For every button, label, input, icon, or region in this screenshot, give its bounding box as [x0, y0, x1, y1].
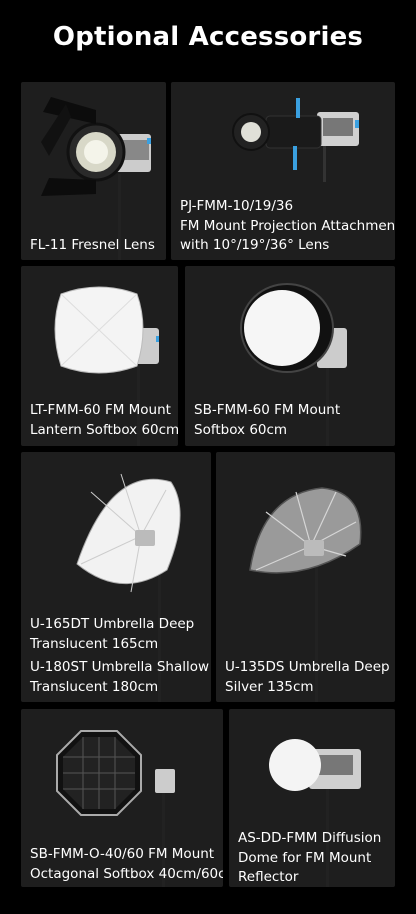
product-card-asdd[interactable]: AS-DD-FMM Diffusion Dome for FM Mount Re…: [229, 709, 395, 887]
product-card-ltfmm[interactable]: LT-FMM-60 FM Mount Lantern Softbox 60cm: [21, 266, 178, 446]
product-caption: SB-FMM-60 FM Mount Softbox 60cm: [194, 402, 341, 438]
product-caption: PJ-FMM-10/19/36 FM Mount Projection Atta…: [180, 198, 395, 253]
fresnel-light-icon: [41, 97, 151, 260]
product-caption: FL-11 Fresnel Lens: [30, 237, 155, 253]
product-card-fl11[interactable]: FL-11 Fresnel Lens: [21, 82, 166, 260]
product-caption: SB-FMM-O-40/60 FM Mount Octagonal Softbo…: [30, 846, 223, 882]
product-caption: LT-FMM-60 FM Mount Lantern Softbox 60cm: [30, 402, 178, 438]
product-card-u135[interactable]: U-135DS Umbrella Deep Silver 135cm: [216, 452, 395, 702]
product-caption: U-165DT Umbrella Deep Translucent 165cm: [30, 616, 195, 652]
product-card-sbocta[interactable]: SB-FMM-O-40/60 FM Mount Octagonal Softbo…: [21, 709, 223, 887]
product-caption: U-135DS Umbrella Deep Silver 135cm: [225, 659, 390, 695]
product-caption: U-180ST Umbrella Shallow Translucent 180…: [30, 659, 210, 695]
product-card-sbfmm[interactable]: SB-FMM-60 FM Mount Softbox 60cm: [185, 266, 395, 446]
product-card-pjfmm[interactable]: PJ-FMM-10/19/36 FM Mount Projection Atta…: [171, 82, 395, 260]
product-caption: AS-DD-FMM Diffusion Dome for FM Mount Re…: [238, 830, 382, 885]
page-title: Optional Accessories: [52, 22, 364, 52]
product-card-u165[interactable]: U-165DT Umbrella Deep Translucent 165cm …: [21, 452, 211, 702]
